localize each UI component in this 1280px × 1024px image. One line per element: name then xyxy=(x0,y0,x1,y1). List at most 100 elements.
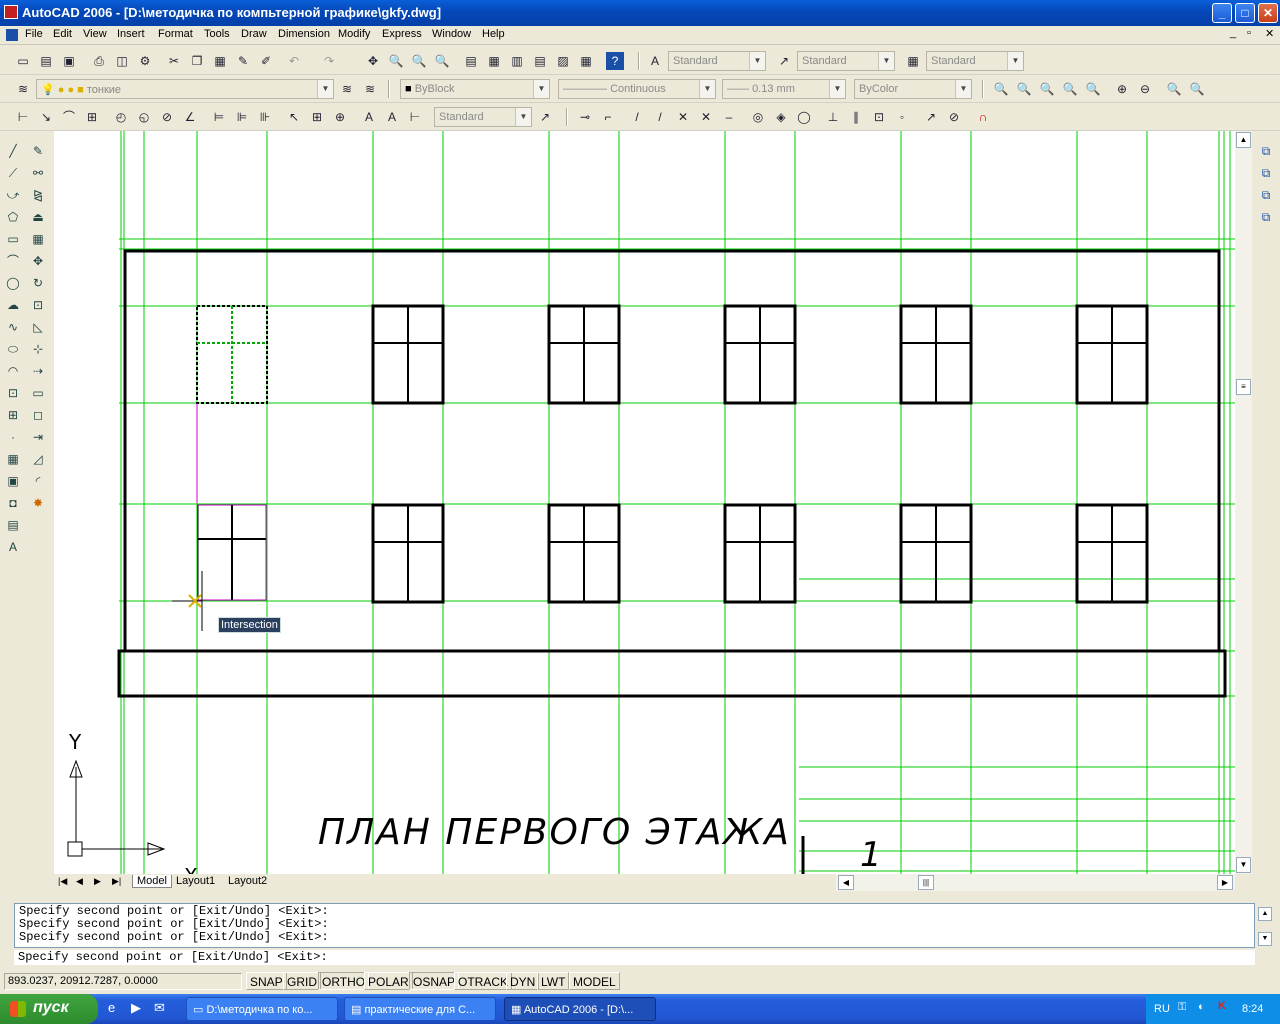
zoom-previous-icon[interactable]: 🔍 xyxy=(433,52,451,70)
menu-file[interactable]: File xyxy=(25,28,43,40)
horizontal-scroll-thumb[interactable]: ||| xyxy=(918,875,934,890)
move-icon[interactable]: ✥ xyxy=(29,252,47,270)
dim-style-icon[interactable]: ↗ xyxy=(775,52,793,70)
insert-block-icon[interactable]: ⊡ xyxy=(4,384,22,402)
snap-toggle[interactable]: SNAP xyxy=(246,972,287,990)
command-scroll-down-button[interactable]: ▼ xyxy=(1258,932,1272,946)
zoom-out-icon[interactable]: ⊖ xyxy=(1136,80,1154,98)
snap-midpoint-icon[interactable]: / xyxy=(651,108,669,126)
aligned-dim-icon[interactable]: ↘ xyxy=(37,108,55,126)
menu-edit[interactable]: Edit xyxy=(53,28,72,40)
break-icon[interactable]: ◻ xyxy=(29,406,47,424)
bring-to-front-icon[interactable]: ⧉ xyxy=(1257,142,1275,160)
snap-none-icon[interactable]: ⊘ xyxy=(945,108,963,126)
drawing-area[interactable]: X Y ПЛАН ПЕРВОГО ЭТАЖА 1 Intersection xyxy=(54,131,1235,874)
zoom-center-icon[interactable]: 🔍 xyxy=(1061,80,1079,98)
extend-icon[interactable]: ⇢ xyxy=(29,362,47,380)
close-button[interactable]: ✕ xyxy=(1258,3,1278,23)
start-button[interactable]: пуск xyxy=(0,994,98,1024)
horizontal-scrollbar[interactable]: ◀ ||| ▶ xyxy=(836,874,1235,891)
tab-layout1[interactable]: Layout1 xyxy=(176,875,215,887)
construction-line-icon[interactable]: ⟋ xyxy=(4,164,22,182)
zoom-realtime-icon[interactable]: 🔍 xyxy=(387,52,405,70)
cut-icon[interactable]: ✂ xyxy=(165,52,183,70)
spline-icon[interactable]: ∿ xyxy=(4,318,22,336)
menu-dimension[interactable]: Dimension xyxy=(278,28,330,40)
tab-last-button[interactable]: ▶| xyxy=(112,876,121,887)
stretch-icon[interactable]: ◺ xyxy=(29,318,47,336)
diameter-dim-icon[interactable]: ⊘ xyxy=(158,108,176,126)
make-block-icon[interactable]: ⊞ xyxy=(4,406,22,424)
menu-tools[interactable]: Tools xyxy=(204,28,230,40)
polygon-icon[interactable]: ⬠ xyxy=(4,208,22,226)
plot-preview-icon[interactable]: ◫ xyxy=(113,52,131,70)
rectangle-icon[interactable]: ▭ xyxy=(4,230,22,248)
sheet-set-icon[interactable]: ▤ xyxy=(531,52,549,70)
trim-icon[interactable]: ⊹ xyxy=(29,340,47,358)
dim-style-manager-icon[interactable]: ↗ xyxy=(536,108,554,126)
plotstyle-select[interactable]: ByColor ▼ xyxy=(854,79,972,99)
snap-perpendicular-icon[interactable]: ⊥ xyxy=(824,108,842,126)
command-scroll-up-button[interactable]: ▲ xyxy=(1258,907,1272,921)
grid-toggle[interactable]: GRID xyxy=(283,972,321,990)
dim-edit-icon[interactable]: A xyxy=(360,108,378,126)
maximize-button[interactable]: □ xyxy=(1235,3,1255,23)
snap-from-icon[interactable]: ⌐ xyxy=(599,108,617,126)
menu-view[interactable]: View xyxy=(83,28,107,40)
scale-icon[interactable]: ⊡ xyxy=(29,296,47,314)
gradient-icon[interactable]: ▣ xyxy=(4,472,22,490)
dim-text-edit-icon[interactable]: A xyxy=(383,108,401,126)
network-icon[interactable]: ⚿ xyxy=(1178,1001,1186,1014)
otrack-toggle[interactable]: OTRACK xyxy=(454,972,513,990)
doc-close-button[interactable]: ✕ xyxy=(1265,27,1274,40)
match-properties-icon[interactable]: ✎ xyxy=(234,52,252,70)
continue-dim-icon[interactable]: ⊪ xyxy=(256,108,274,126)
copy-object-icon[interactable]: ⚯ xyxy=(29,164,47,182)
jogged-dim-icon[interactable]: ◵ xyxy=(135,108,153,126)
snap-tangent-icon[interactable]: ◯ xyxy=(795,108,813,126)
vertical-scroll-thumb[interactable]: ≡ xyxy=(1236,379,1251,395)
command-input[interactable]: Specify second point or [Exit/Undo] <Exi… xyxy=(14,950,1255,965)
zoom-object-icon[interactable]: 🔍 xyxy=(1084,80,1102,98)
dyn-toggle[interactable]: DYN xyxy=(506,972,540,990)
task-explorer[interactable]: ▭ D:\методичка по ко... xyxy=(186,997,338,1021)
scroll-right-button[interactable]: ▶ xyxy=(1217,875,1233,890)
angular-dim-icon[interactable]: ∠ xyxy=(181,108,199,126)
text-style-select[interactable]: Standard ▼ xyxy=(668,51,766,71)
circle-icon[interactable]: ◯ xyxy=(4,274,22,292)
vertical-scrollbar[interactable]: ▲ ≡ ▼ xyxy=(1235,131,1252,874)
revision-cloud-icon[interactable]: ☁ xyxy=(4,296,22,314)
snap-insert-icon[interactable]: ⊡ xyxy=(870,108,888,126)
menu-help[interactable]: Help xyxy=(482,28,505,40)
dim-style-select[interactable]: Standard ▼ xyxy=(797,51,895,71)
baseline-dim-icon[interactable]: ⊫ xyxy=(233,108,251,126)
calculator-icon[interactable]: ▦ xyxy=(577,52,595,70)
polyline-icon[interactable]: ⤻ xyxy=(4,186,22,204)
undo-icon[interactable]: ↶ xyxy=(285,52,303,70)
save-icon[interactable]: ▣ xyxy=(60,52,78,70)
menu-draw[interactable]: Draw xyxy=(241,28,267,40)
radius-dim-icon[interactable]: ◴ xyxy=(112,108,130,126)
temp-track-icon[interactable]: ⊸ xyxy=(576,108,594,126)
tab-model[interactable]: Model xyxy=(132,875,172,888)
zoom-window-icon[interactable]: 🔍 xyxy=(992,80,1010,98)
zoom-scale-icon[interactable]: 🔍 xyxy=(1038,80,1056,98)
menu-express[interactable]: Express xyxy=(382,28,422,40)
properties-icon[interactable]: ▤ xyxy=(462,52,480,70)
zoom-in-icon[interactable]: ⊕ xyxy=(1113,80,1131,98)
fillet-icon[interactable]: ◜ xyxy=(29,472,47,490)
layer-manager-icon[interactable]: ≋ xyxy=(14,80,32,98)
explode-icon[interactable]: ✸ xyxy=(29,494,47,512)
language-indicator[interactable]: RU xyxy=(1154,1003,1170,1015)
zoom-extents-icon[interactable]: 🔍 xyxy=(1188,80,1206,98)
design-center-icon[interactable]: ▦ xyxy=(485,52,503,70)
erase-icon[interactable]: ✎ xyxy=(29,142,47,160)
tab-prev-button[interactable]: ◀ xyxy=(76,876,83,887)
arc-icon[interactable]: ⌒ xyxy=(4,252,22,270)
lineweight-select[interactable]: —— 0.13 mm ▼ xyxy=(722,79,846,99)
linear-dim-icon[interactable]: ⊢ xyxy=(14,108,32,126)
multiline-text-icon[interactable]: A xyxy=(4,538,22,556)
tab-layout2[interactable]: Layout2 xyxy=(228,875,267,887)
osnap-toggle[interactable]: OSNAP xyxy=(409,972,460,990)
plot-icon[interactable]: ⎙ xyxy=(90,52,108,70)
